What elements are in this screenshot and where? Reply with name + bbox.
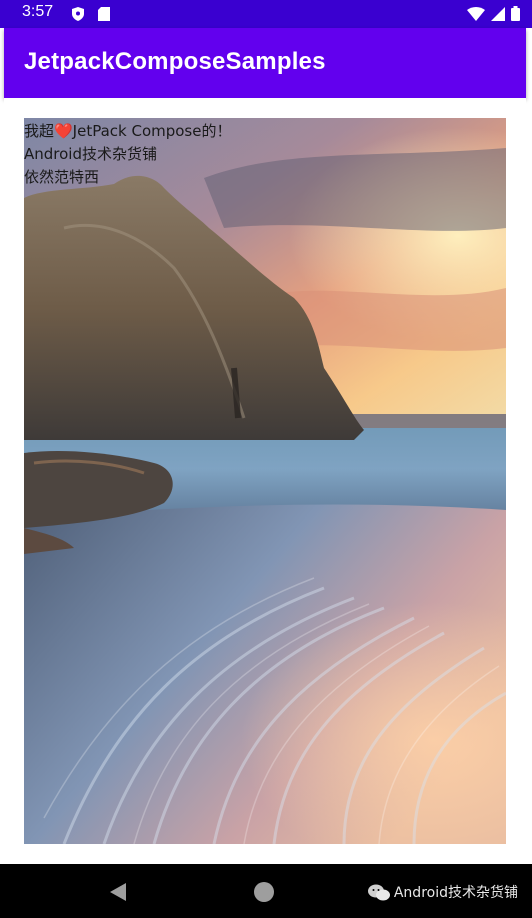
navigation-bar: Android技术杂货铺	[0, 864, 532, 918]
app-title: JetpackComposeSamples	[24, 48, 326, 75]
wifi-icon	[467, 6, 485, 25]
back-button[interactable]	[108, 882, 128, 906]
home-button[interactable]	[254, 882, 274, 902]
top-app-bar: JetpackComposeSamples	[4, 28, 526, 98]
overlay-text-line-1: 我超❤️JetPack Compose的！	[24, 122, 232, 140]
watermark-text: Android技术杂货铺	[393, 885, 518, 901]
overlay-text-line-2: Android技术杂货铺	[24, 145, 157, 163]
status-time: 3:57	[22, 3, 54, 20]
status-right-icons	[467, 6, 520, 25]
content-area: 我超❤️JetPack Compose的！ Android技术杂货铺 依然范特西	[4, 98, 526, 864]
beach-rock-sunset-image	[24, 118, 506, 844]
status-bar: 3:57	[0, 0, 532, 28]
overlay-text-line-3: 依然范特西	[24, 168, 100, 186]
watermark: Android技术杂货铺	[367, 882, 518, 902]
signal-icon	[491, 6, 505, 25]
overlay-text-block: 我超❤️JetPack Compose的！ Android技术杂货铺 依然范特西	[24, 120, 231, 189]
shield-icon	[72, 6, 84, 25]
sd-card-icon	[98, 6, 110, 25]
battery-icon	[511, 6, 520, 25]
wechat-icon	[367, 884, 390, 901]
status-left-icons	[72, 6, 110, 25]
